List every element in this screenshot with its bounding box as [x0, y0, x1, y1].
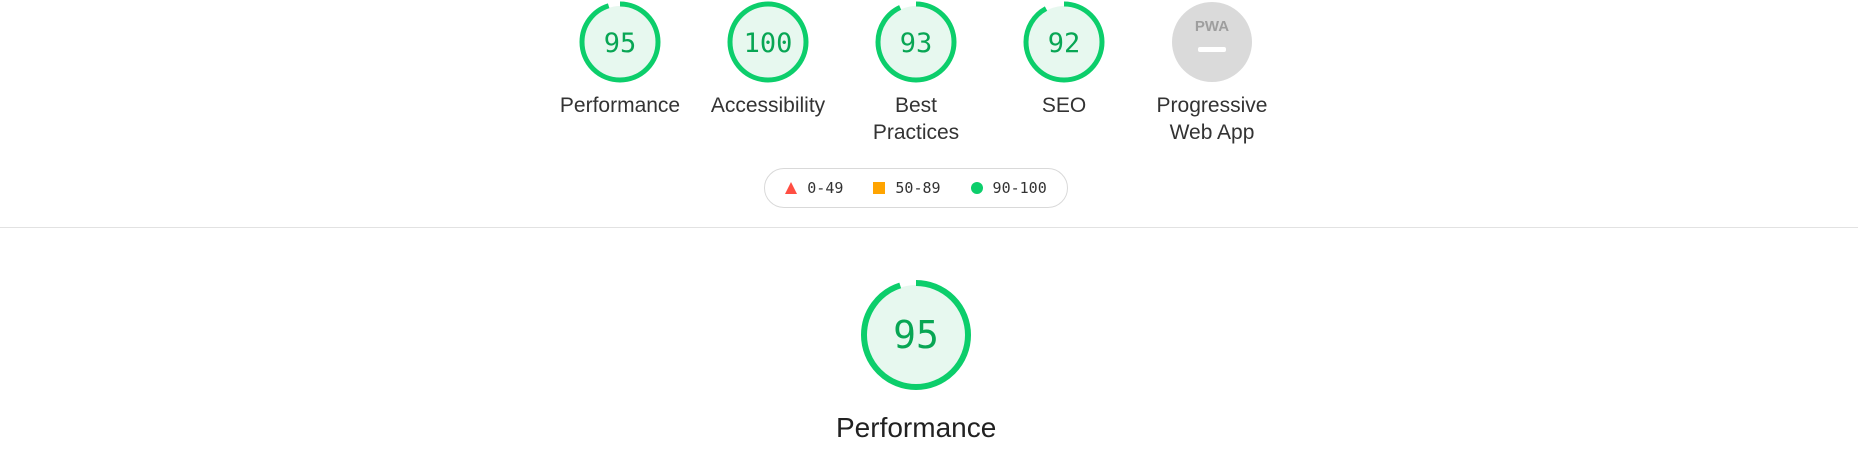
score-scale-legend: 0-49 50-89 90-100 — [764, 168, 1068, 208]
gauge-seo[interactable]: 92 SEO — [999, 0, 1129, 119]
gauge-best-practices[interactable]: 93 Best Practices — [851, 0, 981, 146]
gauge-pwa[interactable]: PWA Progressive Web App — [1147, 0, 1277, 146]
performance-large-gauge-ring: 95 — [861, 280, 971, 390]
performance-section-title: Performance — [836, 412, 997, 443]
triangle-icon — [785, 182, 798, 194]
pwa-badge-text: PWA — [1195, 18, 1229, 35]
seo-score: 92 — [1048, 28, 1081, 59]
circle-icon — [970, 182, 983, 194]
pwa-label: Progressive Web App — [1156, 94, 1268, 144]
accessibility-gauge-ring: 100 — [727, 1, 809, 83]
pwa-dash-icon — [1198, 47, 1226, 52]
pwa-badge-icon: PWA — [1172, 2, 1252, 82]
lighthouse-report: 95 Performance 100 Accessibility 93 Best… — [0, 0, 1858, 454]
accessibility-label: Accessibility — [710, 94, 826, 117]
square-icon — [873, 182, 886, 194]
best-practices-score: 93 — [900, 28, 933, 59]
best-practices-label: Best Practices — [872, 94, 960, 144]
gauge-accessibility[interactable]: 100 Accessibility — [703, 0, 833, 119]
performance-large-score: 95 — [893, 313, 939, 357]
performance-label: Performance — [559, 94, 681, 117]
performance-gauge-ring: 95 — [579, 1, 661, 83]
gauge-performance[interactable]: 95 Performance — [555, 0, 685, 119]
legend-item-average: 50-89 — [873, 179, 941, 197]
legend-range-pass: 90-100 — [992, 179, 1047, 197]
seo-label: SEO — [1041, 94, 1087, 117]
accessibility-score: 100 — [744, 28, 793, 59]
legend-range-fail: 0-49 — [807, 179, 844, 197]
legend-range-average: 50-89 — [895, 179, 941, 197]
seo-gauge-ring: 92 — [1023, 1, 1105, 83]
legend-item-fail: 0-49 — [785, 179, 843, 197]
section-divider — [0, 227, 1858, 228]
best-practices-gauge-ring: 93 — [875, 1, 957, 83]
performance-section-gauge: 95 Performance — [836, 277, 996, 444]
legend-item-pass: 90-100 — [970, 179, 1047, 197]
performance-score: 95 — [604, 28, 637, 59]
